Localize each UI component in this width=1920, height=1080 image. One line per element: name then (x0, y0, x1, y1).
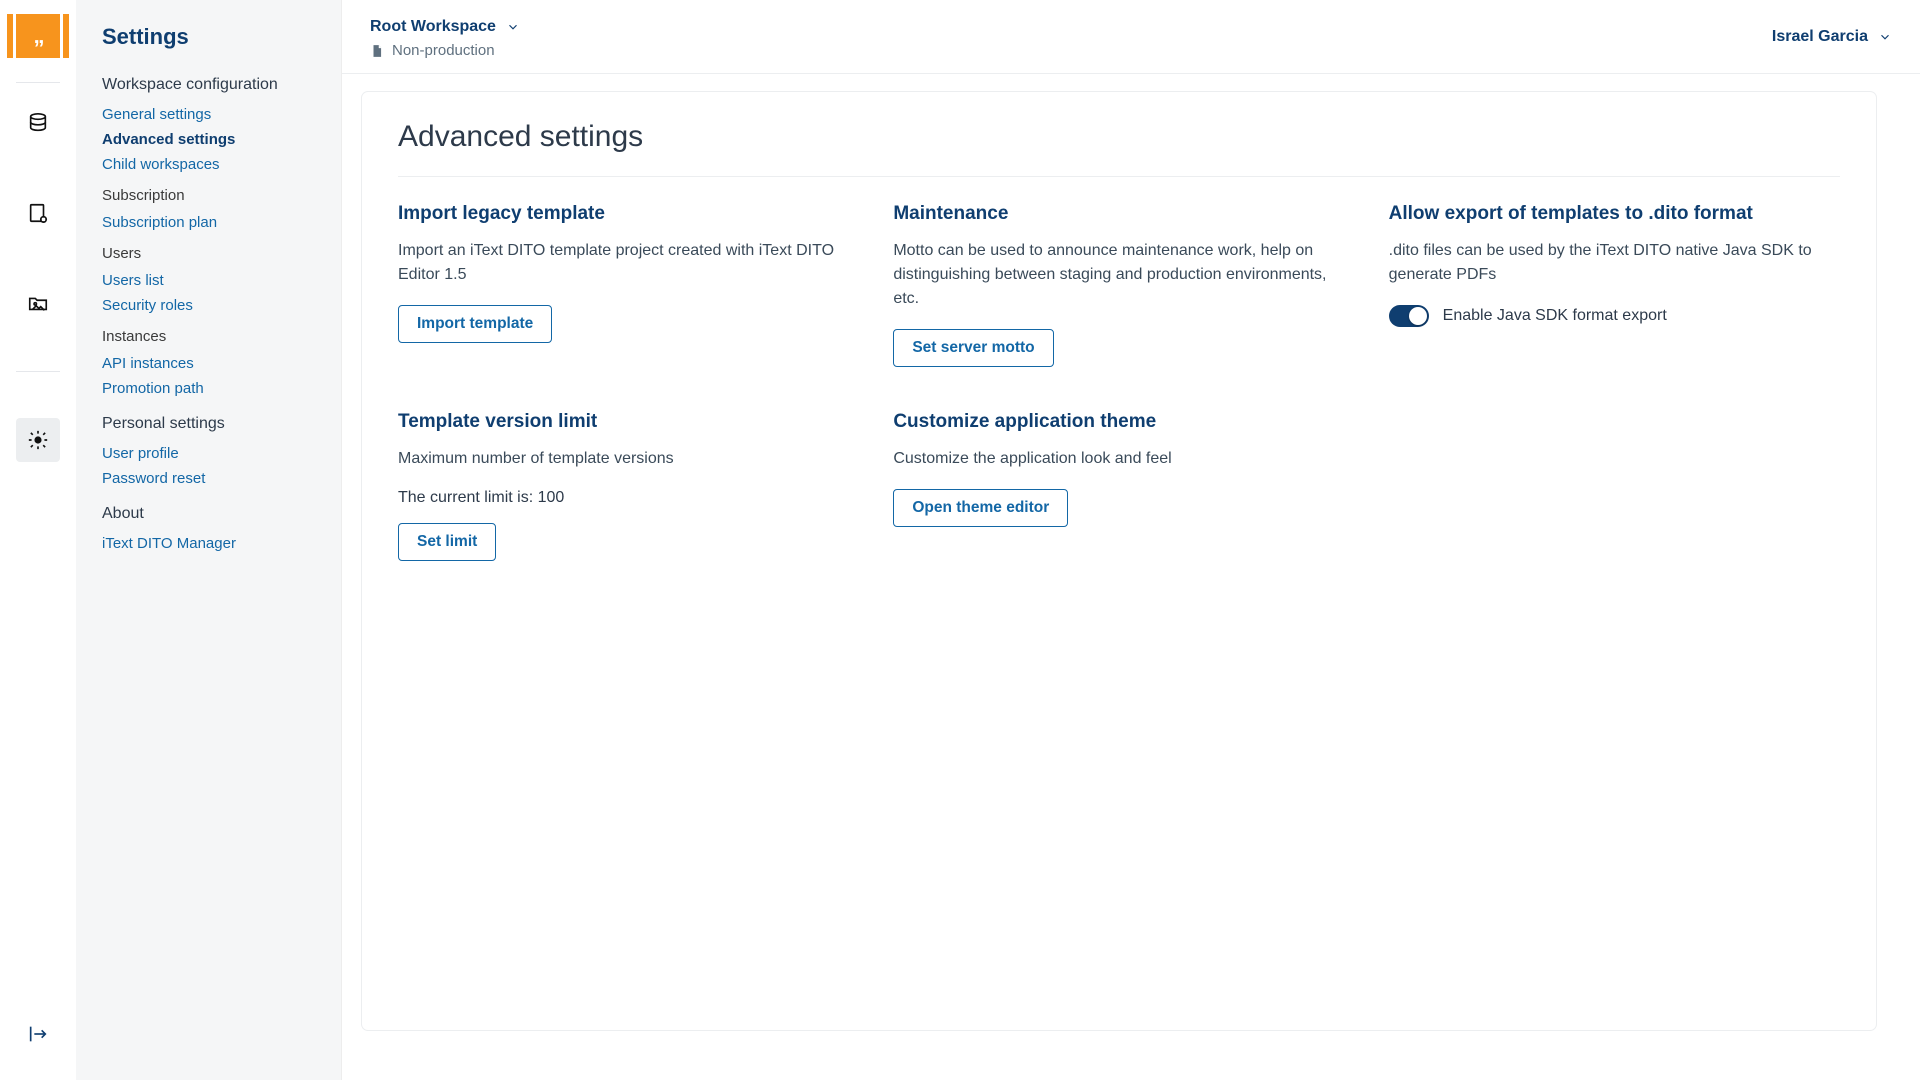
section-theme: Customize application theme Customize th… (893, 411, 1344, 561)
set-limit-button[interactable]: Set limit (398, 523, 496, 561)
logout-icon[interactable] (16, 1012, 60, 1056)
settings-icon[interactable] (16, 418, 60, 462)
section-import-title: Import legacy template (398, 203, 849, 225)
export-toggle[interactable] (1389, 305, 1429, 327)
user-name: Israel Garcia (1772, 28, 1868, 46)
section-version-limit: Template version limit Maximum number of… (398, 411, 849, 561)
nav-link-child[interactable]: Child workspaces (102, 152, 321, 177)
chevron-down-icon (506, 20, 520, 34)
export-toggle-label: Enable Java SDK format export (1443, 307, 1667, 325)
nav-group-personal: Personal settings (102, 415, 321, 433)
nav-sub-subscription: Subscription (102, 187, 321, 204)
database-icon[interactable] (16, 101, 60, 145)
workspace-selector[interactable]: Root Workspace (370, 18, 520, 36)
section-maintenance-desc: Motto can be used to announce maintenanc… (893, 239, 1344, 311)
user-menu[interactable]: Israel Garcia (1772, 18, 1892, 46)
main-area: Root Workspace Non-production Israel Gar… (342, 0, 1920, 1080)
nav-group-workspace: Workspace configuration (102, 76, 321, 94)
topbar: Root Workspace Non-production Israel Gar… (342, 0, 1920, 74)
nav-link-user-profile[interactable]: User profile (102, 441, 321, 466)
section-maintenance-title: Maintenance (893, 203, 1344, 225)
nav-sub-instances: Instances (102, 328, 321, 345)
chevron-down-icon (1878, 30, 1892, 44)
section-export: Allow export of templates to .dito forma… (1389, 203, 1840, 367)
import-template-button[interactable]: Import template (398, 305, 552, 343)
section-maintenance: Maintenance Motto can be used to announc… (893, 203, 1344, 367)
nav-link-api-instances[interactable]: API instances (102, 351, 321, 376)
environment-label: Non-production (370, 42, 520, 59)
nav-link-password-reset[interactable]: Password reset (102, 466, 321, 491)
left-rail: „ (0, 0, 76, 1080)
version-limit-current: The current limit is: 100 (398, 489, 849, 507)
section-theme-title: Customize application theme (893, 411, 1344, 433)
nav-link-subscription-plan[interactable]: Subscription plan (102, 210, 321, 235)
app-logo[interactable]: „ (16, 14, 60, 58)
nav-link-security-roles[interactable]: Security roles (102, 293, 321, 318)
nav-group-about: About (102, 505, 321, 523)
nav-link-about[interactable]: iText DITO Manager (102, 531, 321, 556)
nav-sub-users: Users (102, 245, 321, 262)
nav-title: Settings (102, 24, 321, 50)
workspace-name: Root Workspace (370, 18, 496, 36)
nav-link-promotion-path[interactable]: Promotion path (102, 376, 321, 401)
nav-link-general[interactable]: General settings (102, 102, 321, 127)
nav-link-users-list[interactable]: Users list (102, 268, 321, 293)
document-icon (370, 43, 384, 59)
nav-link-advanced[interactable]: Advanced settings (102, 127, 321, 152)
folder-image-icon[interactable] (16, 281, 60, 325)
section-theme-desc: Customize the application look and feel (893, 447, 1344, 471)
template-settings-icon[interactable] (16, 191, 60, 235)
section-export-title: Allow export of templates to .dito forma… (1389, 203, 1840, 225)
section-version-limit-title: Template version limit (398, 411, 849, 433)
content-card: Advanced settings Import legacy template… (362, 92, 1876, 1030)
set-server-motto-button[interactable]: Set server motto (893, 329, 1053, 367)
page-title: Advanced settings (398, 120, 1840, 154)
section-export-desc: .dito files can be used by the iText DIT… (1389, 239, 1840, 287)
section-import: Import legacy template Import an iText D… (398, 203, 849, 367)
open-theme-editor-button[interactable]: Open theme editor (893, 489, 1068, 527)
section-import-desc: Import an iText DITO template project cr… (398, 239, 849, 287)
settings-nav: Settings Workspace configuration General… (76, 0, 342, 1080)
section-version-limit-desc: Maximum number of template versions (398, 447, 849, 471)
